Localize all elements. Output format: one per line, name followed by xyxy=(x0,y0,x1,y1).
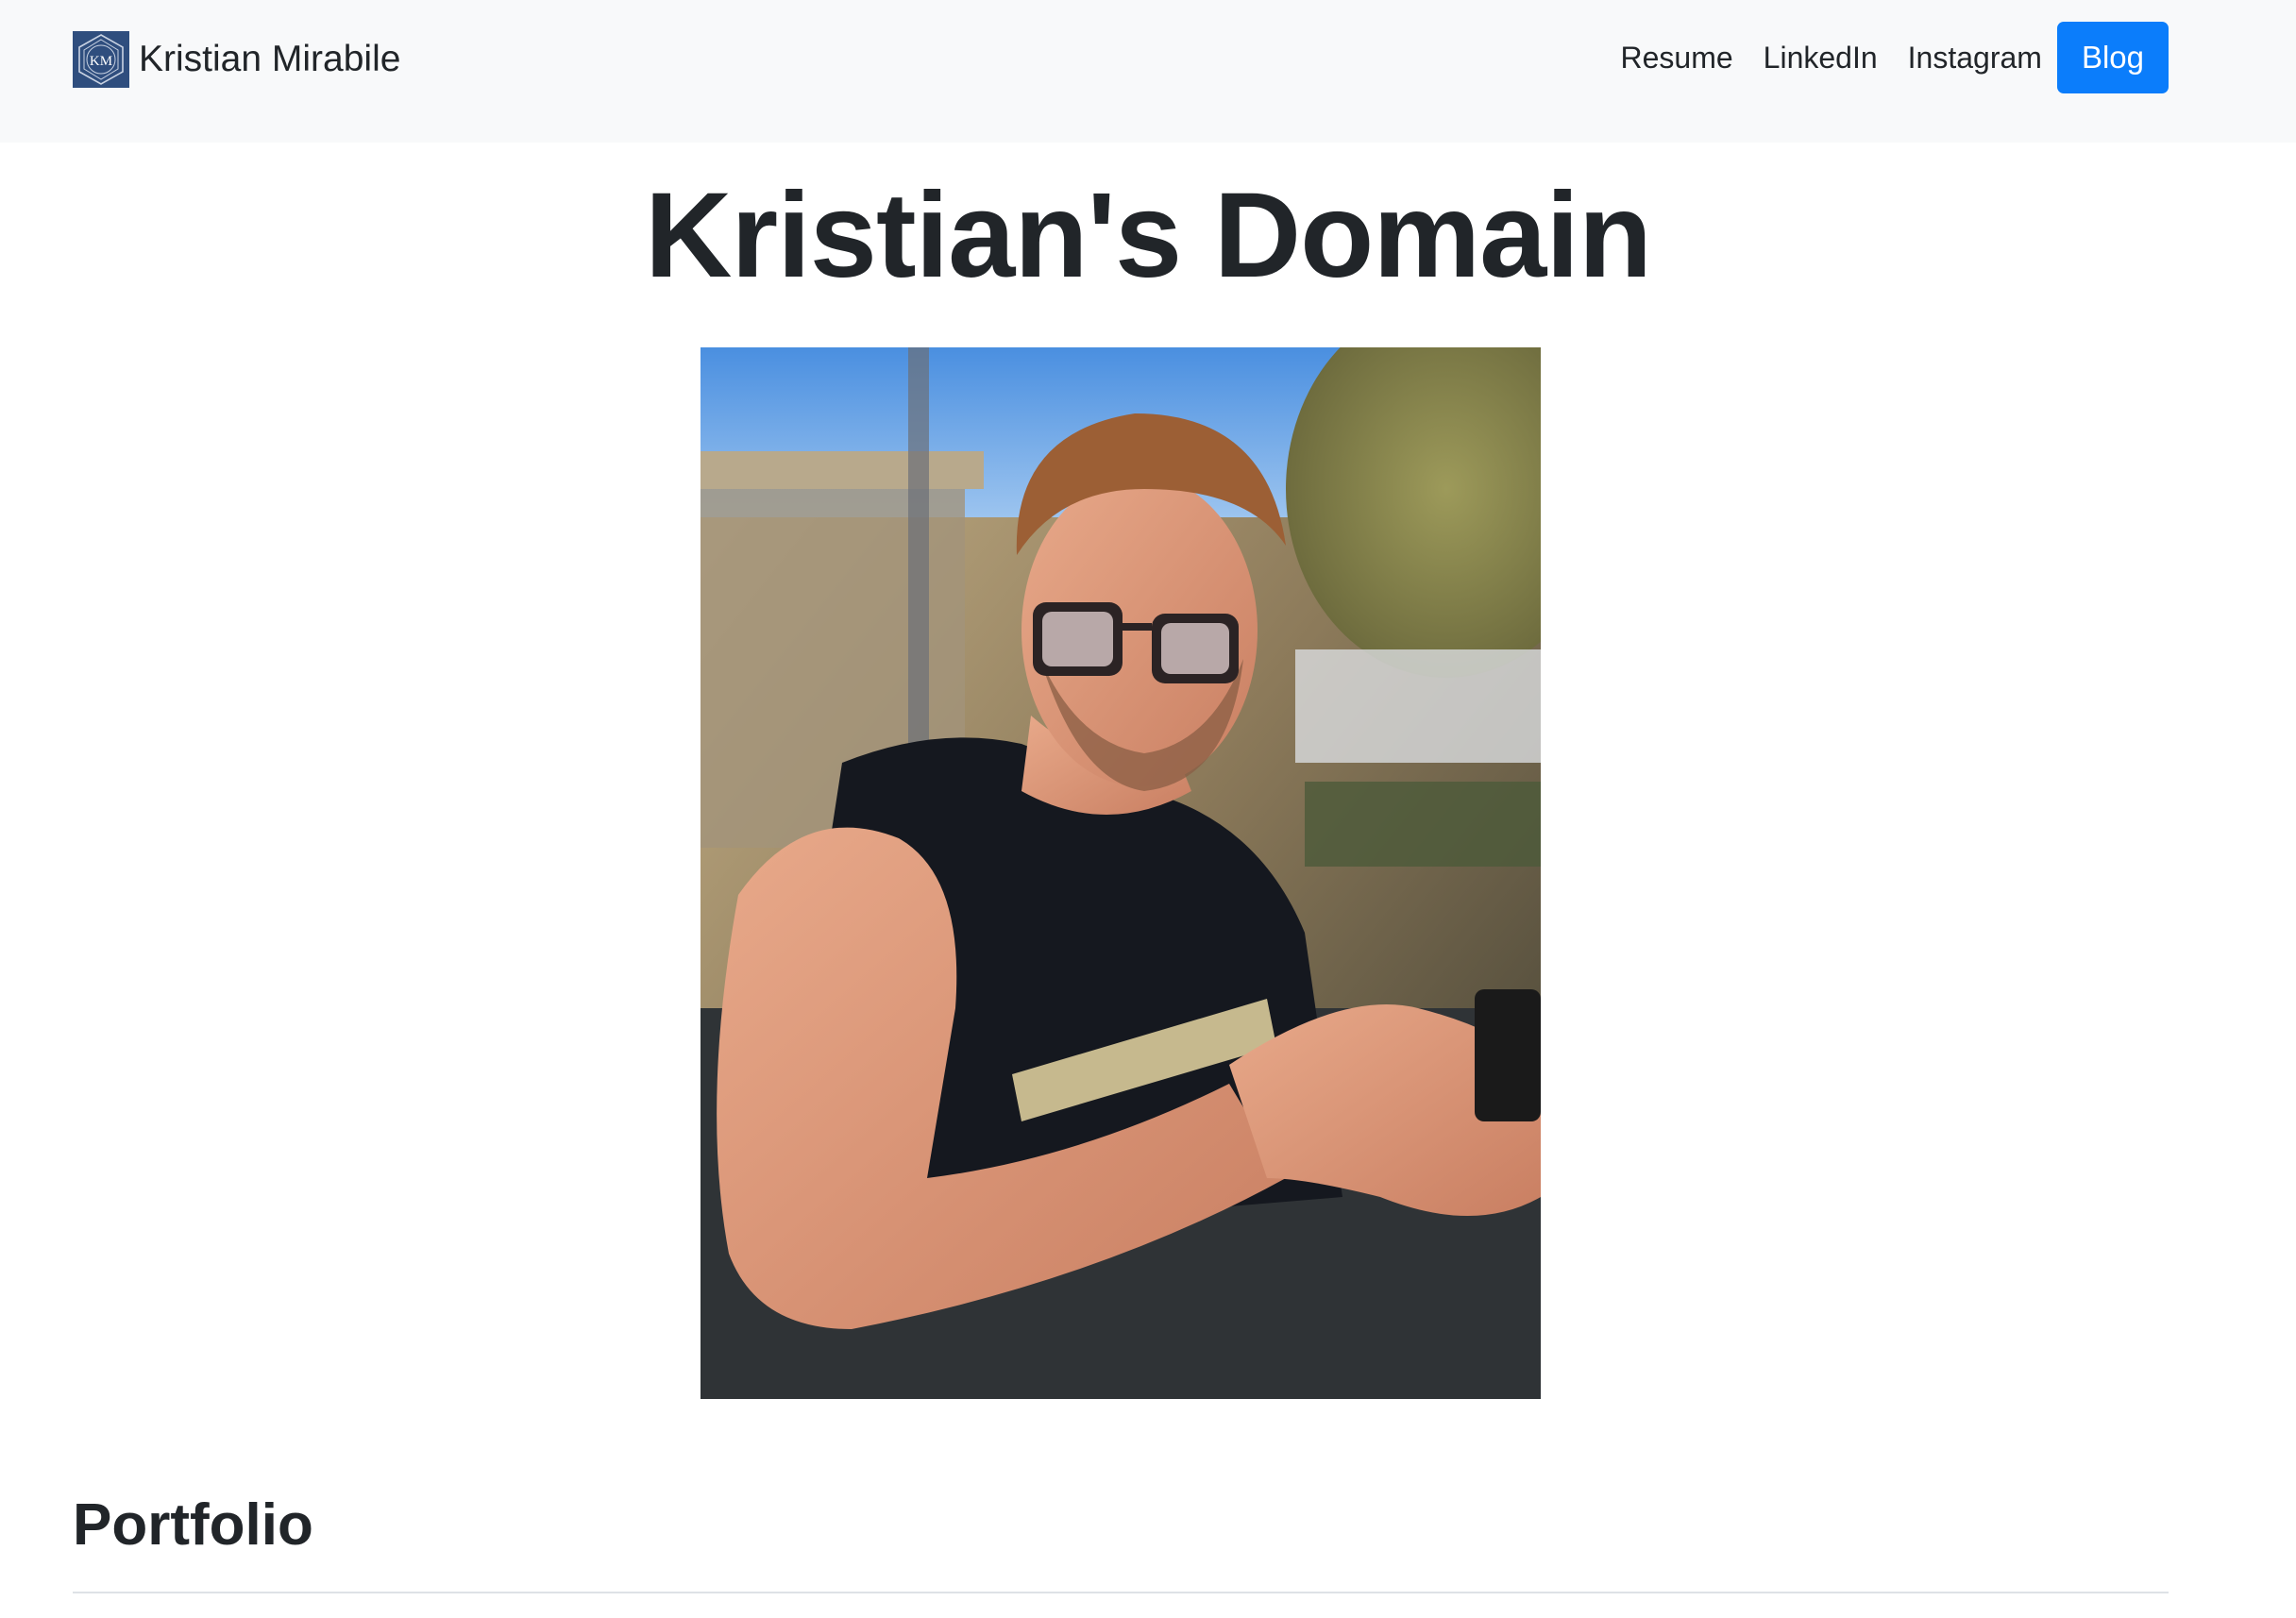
blog-button[interactable]: Blog xyxy=(2056,22,2169,93)
brand-link[interactable]: KM Kristian Mirabile xyxy=(73,30,400,89)
portfolio-heading: Portfolio xyxy=(73,1492,313,1558)
nav-link-linkedin[interactable]: LinkedIn xyxy=(1748,41,1893,76)
svg-text:KM: KM xyxy=(90,54,112,69)
page-title: Kristian's Domain xyxy=(644,168,1652,303)
navbar: KM Kristian Mirabile Resume LinkedIn Ins… xyxy=(0,0,2296,143)
section-divider xyxy=(73,1592,2169,1593)
nav-link-instagram[interactable]: Instagram xyxy=(1893,41,2057,76)
profile-photo xyxy=(701,347,1541,1399)
brand-logo-icon: KM xyxy=(73,31,129,88)
nav-link-resume[interactable]: Resume xyxy=(1606,41,1748,76)
brand-name: Kristian Mirabile xyxy=(139,39,401,79)
nav-links: Resume LinkedIn Instagram Blog xyxy=(1606,22,2169,93)
